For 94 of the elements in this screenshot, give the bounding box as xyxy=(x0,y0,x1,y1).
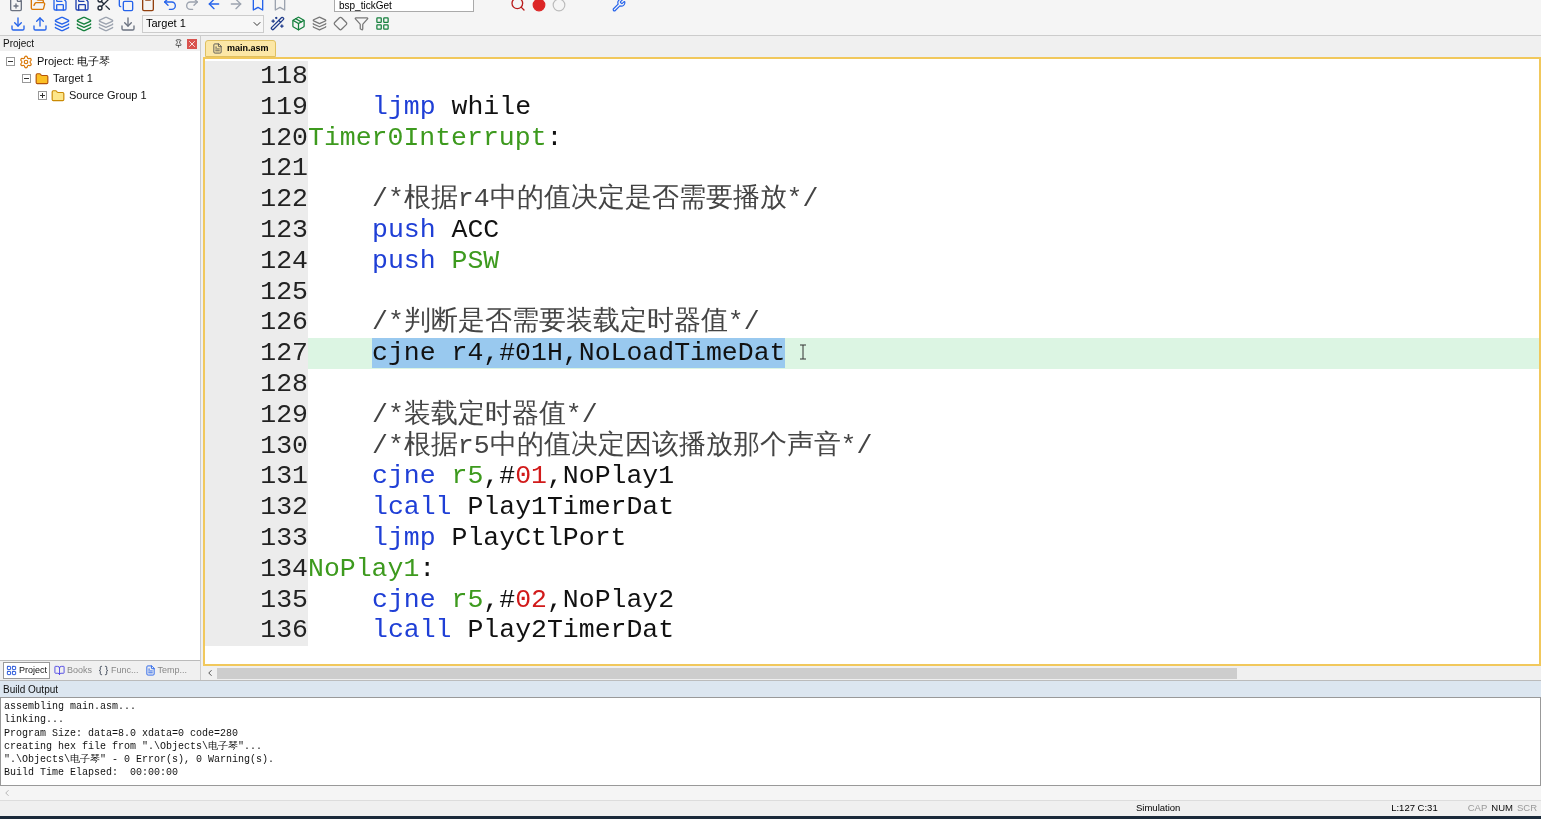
status-mode: Simulation xyxy=(1136,801,1182,816)
close-icon[interactable] xyxy=(187,38,197,49)
line-number: 121 xyxy=(205,153,308,185)
code-line: /*根据r4中的值决定是否需要播放*/ xyxy=(371,184,819,215)
line-number: 135 xyxy=(205,584,308,616)
grid-icon xyxy=(6,665,17,676)
tree-item[interactable]: Target 1 xyxy=(53,70,93,87)
line-number: 131 xyxy=(205,461,308,493)
new-file-icon[interactable] xyxy=(8,0,24,12)
line-number: 127 xyxy=(205,338,308,369)
line-number: 124 xyxy=(205,245,308,277)
code-line: /*判断是否需要装载定时器值*/ xyxy=(371,307,760,339)
line-number: 128 xyxy=(205,368,308,400)
code-line: lcall Play1TimerDat xyxy=(371,492,675,523)
code-line: /*根据r5中的值决定因该播放那个声音*/ xyxy=(371,430,873,462)
line-number: 132 xyxy=(205,492,308,523)
key-indicator: SCR xyxy=(1516,801,1537,816)
scroll-left-icon[interactable] xyxy=(205,668,215,678)
tree-item[interactable]: Source Group 1 xyxy=(69,87,147,104)
output-line: Program Size: data=8.0 xdata=0 code=280 xyxy=(4,726,239,740)
code-line: /*装载定时器值*/ xyxy=(371,399,598,430)
panel-title: Project xyxy=(3,37,35,51)
search-icon[interactable] xyxy=(510,0,526,12)
output-line: assembling main.asm... xyxy=(4,700,137,714)
cursor-position: L:127 C:31 xyxy=(1391,801,1439,816)
code-line: cjne r5,#02,NoPlay2 xyxy=(371,584,675,616)
open-folder-icon[interactable] xyxy=(30,0,46,12)
code-line: push PSW xyxy=(371,245,500,277)
output-line: creating hex file from ".\Objects\电子琴"... xyxy=(4,739,263,753)
undo-icon[interactable] xyxy=(162,0,178,12)
collapse-toggle[interactable] xyxy=(6,57,15,66)
template-icon xyxy=(144,665,156,676)
upload-icon[interactable] xyxy=(32,15,48,32)
tree-item[interactable]: Project: 电子琴 xyxy=(37,53,111,70)
folder-icon xyxy=(51,88,65,103)
folder-icon xyxy=(35,71,49,86)
code-editor[interactable] xyxy=(203,57,1541,666)
code-line: cjne r5,#01,NoPlay1 xyxy=(371,461,675,493)
code-line: NoPlay1: xyxy=(308,553,436,585)
line-number: 120 xyxy=(205,122,308,154)
gear-icon xyxy=(19,54,33,69)
code-line: ljmp while xyxy=(371,91,532,123)
output-line: ".\Objects\电子琴" - 0 Error(s), 0 Warning(s). xyxy=(4,753,275,767)
text-cursor-icon xyxy=(799,344,808,361)
file-icon xyxy=(212,43,223,54)
load-icon[interactable] xyxy=(120,15,136,32)
collapse-toggle[interactable] xyxy=(22,74,31,83)
grid-icon[interactable] xyxy=(375,16,390,31)
line-number: 129 xyxy=(205,399,308,431)
line-number: 118 xyxy=(205,61,308,92)
magic-wand-icon[interactable] xyxy=(270,16,285,31)
save-all-icon[interactable] xyxy=(74,0,90,12)
download-icon[interactable] xyxy=(10,15,26,32)
horizontal-scrollbar[interactable] xyxy=(217,667,1237,679)
line-number: 126 xyxy=(205,307,308,339)
back-icon[interactable] xyxy=(206,0,222,12)
bookmark-icon[interactable] xyxy=(250,0,266,12)
line-number: 130 xyxy=(205,430,308,462)
code-line: push ACC xyxy=(371,215,500,246)
breakpoint-icon[interactable] xyxy=(532,0,546,12)
key-indicator: CAP xyxy=(1467,801,1488,816)
output-line: linking... xyxy=(4,713,64,727)
layers-icon[interactable] xyxy=(312,16,327,31)
layers-icon[interactable] xyxy=(54,15,70,32)
target-combo[interactable]: Target 1 xyxy=(142,14,264,33)
filter-icon[interactable] xyxy=(354,16,369,31)
code-line: Timer0Interrupt: xyxy=(308,122,563,154)
save-icon[interactable] xyxy=(52,0,68,12)
book-icon xyxy=(54,665,65,676)
line-number: 134 xyxy=(205,553,308,585)
braces-icon xyxy=(98,665,110,676)
copy-icon[interactable] xyxy=(118,0,134,12)
line-number: 136 xyxy=(205,615,308,647)
line-number: 123 xyxy=(205,215,308,246)
package-icon[interactable] xyxy=(291,16,306,31)
pin-icon[interactable] xyxy=(174,39,183,48)
output-line: Build Time Elapsed: 00:00:00 xyxy=(4,766,179,780)
diamond-icon[interactable] xyxy=(333,16,348,31)
paste-icon[interactable] xyxy=(140,0,156,12)
panel-title: Build Output xyxy=(3,682,59,697)
line-number: 119 xyxy=(205,91,308,123)
file-tab[interactable]: main.asm xyxy=(205,40,276,57)
key-indicator: NUM xyxy=(1491,801,1513,816)
expand-toggle[interactable] xyxy=(38,91,47,100)
function-combo[interactable]: bsp_tickGet xyxy=(334,0,474,12)
line-number: 125 xyxy=(205,276,308,308)
line-number: 122 xyxy=(205,184,308,215)
stack-icon[interactable] xyxy=(76,15,92,32)
panel-tab[interactable]: Project xyxy=(3,662,50,679)
code-line: ljmp PlayCtlPort xyxy=(371,522,627,554)
code-line: lcall Play2TimerDat xyxy=(371,615,675,647)
wrench-icon[interactable] xyxy=(612,0,626,12)
line-number: 133 xyxy=(205,522,308,554)
cut-icon[interactable] xyxy=(96,0,112,12)
